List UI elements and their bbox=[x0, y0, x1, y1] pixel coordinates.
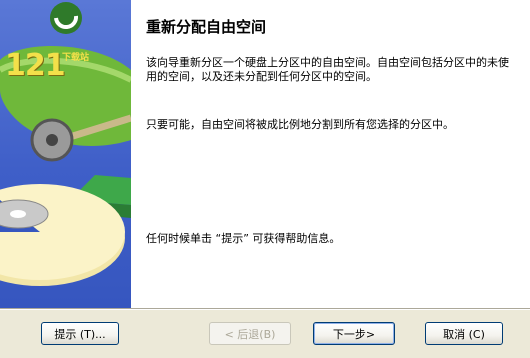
footer-divider bbox=[0, 308, 530, 310]
description-text: 该向导重新分区一个硬盘上分区中的自由空间。自由空间包括分区中的未使用的空间，以及… bbox=[146, 56, 509, 83]
back-button[interactable]: < 后退(B) bbox=[209, 322, 291, 345]
next-button[interactable]: 下一步> bbox=[313, 322, 395, 345]
help-hint: 任何时候单击 “提示” 可获得帮助信息。 bbox=[146, 232, 341, 245]
page-title: 重新分配自由空间 bbox=[146, 18, 267, 36]
wizard-content: 重新分配自由空间 该向导重新分区一个硬盘上分区中的自由空间。自由空间包括分区中的… bbox=[131, 0, 530, 308]
cd-hole bbox=[10, 210, 26, 218]
wizard-side-panel: 121 下载站 bbox=[0, 0, 131, 308]
cancel-button[interactable]: 取消 (C) bbox=[425, 322, 503, 345]
logo-number: 121 bbox=[5, 48, 66, 83]
wheel-hub bbox=[46, 134, 58, 146]
wizard-illustration bbox=[0, 2, 131, 286]
help-button[interactable]: 提示 (T)... bbox=[41, 322, 119, 345]
proportional-note: 只要可能，自由空间将被成比例地分割到所有您选择的分区中。 bbox=[146, 118, 454, 131]
logo-tagline: 下载站 bbox=[62, 53, 90, 63]
